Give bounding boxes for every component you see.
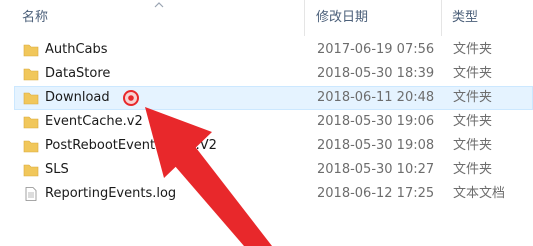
sort-ascending-icon (154, 2, 164, 8)
file-row-reportingevents[interactable]: ReportingEvents.log 2018-06-12 17:25 文本文… (14, 182, 533, 206)
file-row-postrebooteventcache[interactable]: PostRebootEventCache.V2 2018-05-30 19:08… (14, 134, 533, 158)
file-type: 文件夹 (453, 162, 493, 177)
column-separator[interactable] (441, 0, 442, 36)
folder-icon (23, 116, 39, 129)
file-modified-date: 2018-05-30 10:27 (317, 162, 435, 177)
file-modified-date: 2017-06-19 07:56 (317, 42, 435, 57)
file-name: ReportingEvents.log (45, 186, 177, 201)
file-row-sls[interactable]: SLS 2018-05-30 10:27 文件夹 (14, 158, 533, 182)
file-name: PostRebootEventCache.V2 (45, 138, 217, 153)
folder-icon (23, 68, 39, 81)
file-name: DataStore (45, 66, 111, 81)
file-row-eventcache[interactable]: EventCache.v2 2018-05-30 19:06 文件夹 (14, 110, 533, 134)
file-type: 文件夹 (453, 90, 493, 105)
file-type: 文件夹 (453, 138, 493, 153)
file-name: SLS (45, 162, 69, 177)
file-modified-date: 2018-06-12 17:25 (317, 186, 435, 201)
file-type: 文件夹 (453, 66, 493, 81)
folder-icon (23, 92, 39, 105)
file-name: Download (45, 90, 110, 105)
file-modified-date: 2018-05-30 19:08 (317, 138, 435, 153)
folder-icon (23, 44, 39, 57)
file-row-datastore[interactable]: DataStore 2018-05-30 18:39 文件夹 (14, 62, 533, 86)
file-modified-date: 2018-05-30 18:39 (317, 66, 435, 81)
column-separator[interactable] (304, 0, 305, 36)
file-type: 文本文档 (453, 186, 506, 201)
file-modified-date: 2018-06-11 20:48 (317, 90, 435, 105)
column-header-bar: 名称 修改日期 类型 (0, 0, 533, 36)
file-name: EventCache.v2 (45, 114, 143, 129)
text-file-icon (25, 187, 37, 201)
file-type: 文件夹 (453, 42, 493, 57)
folder-icon (23, 164, 39, 177)
column-header-type[interactable]: 类型 (452, 0, 478, 36)
column-header-name[interactable]: 名称 (22, 0, 48, 36)
file-row-download[interactable]: Download 2018-06-11 20:48 文件夹 (14, 86, 533, 110)
file-type: 文件夹 (453, 114, 493, 129)
file-name: AuthCabs (45, 42, 108, 57)
column-header-date[interactable]: 修改日期 (316, 0, 368, 36)
file-row-authcabs[interactable]: AuthCabs 2017-06-19 07:56 文件夹 (14, 38, 533, 62)
folder-icon (23, 140, 39, 153)
file-modified-date: 2018-05-30 19:06 (317, 114, 435, 129)
